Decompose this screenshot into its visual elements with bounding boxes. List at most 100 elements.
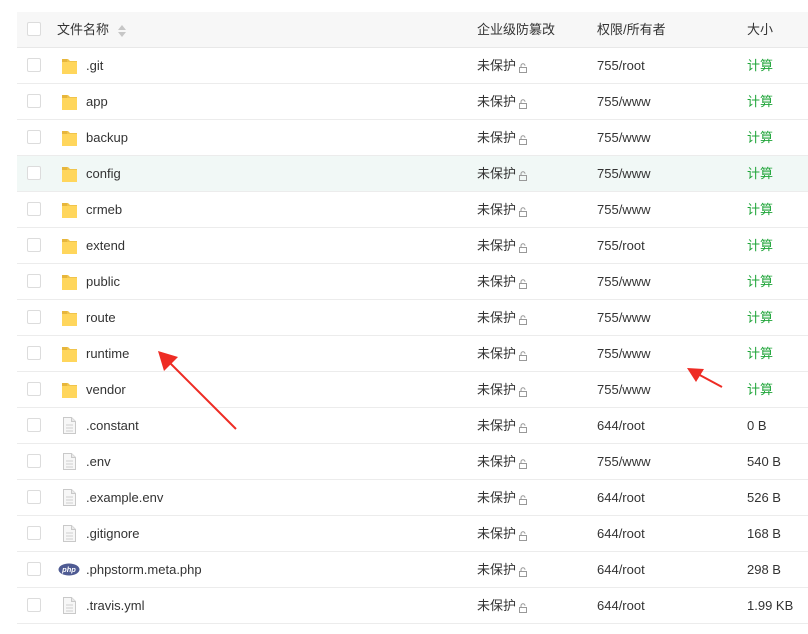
protection-status[interactable]: 未保护 <box>477 48 528 83</box>
table-row[interactable]: route 未保护 755/www 计算 <box>17 300 808 336</box>
file-name-link[interactable]: .gitignore <box>86 516 139 551</box>
protection-status[interactable]: 未保护 <box>477 480 528 515</box>
row-checkbox[interactable] <box>27 346 41 360</box>
permission-owner[interactable]: 755/www <box>597 444 650 479</box>
lock-icon[interactable] <box>518 519 528 541</box>
file-name-link[interactable]: route <box>86 300 116 335</box>
lock-icon[interactable] <box>518 591 528 613</box>
protection-status[interactable]: 未保护 <box>477 84 528 119</box>
file-name-link[interactable]: vendor <box>86 372 126 407</box>
table-row[interactable]: backup 未保护 755/www 计算 <box>17 120 808 156</box>
row-checkbox[interactable] <box>27 598 41 612</box>
table-row[interactable]: .example.env 未保护 644/root 526 B <box>17 480 808 516</box>
calculate-size-button[interactable]: 计算 <box>747 372 773 407</box>
row-checkbox[interactable] <box>27 130 41 144</box>
file-name-link[interactable]: .example.env <box>86 480 163 515</box>
calculate-size-button[interactable]: 计算 <box>747 120 773 155</box>
permission-owner[interactable]: 644/root <box>597 516 645 551</box>
lock-icon[interactable] <box>518 195 528 217</box>
protection-status[interactable]: 未保护 <box>477 192 528 227</box>
calculate-size-button[interactable]: 计算 <box>747 192 773 227</box>
table-row[interactable]: .env 未保护 755/www 540 B <box>17 444 808 480</box>
calculate-size-button[interactable]: 计算 <box>747 336 773 371</box>
lock-icon[interactable] <box>518 483 528 505</box>
protection-status[interactable]: 未保护 <box>477 228 528 263</box>
lock-icon[interactable] <box>518 231 528 253</box>
permission-owner[interactable]: 755/root <box>597 228 645 263</box>
lock-icon[interactable] <box>518 51 528 73</box>
permission-owner[interactable]: 755/www <box>597 156 650 191</box>
protection-status[interactable]: 未保护 <box>477 444 528 479</box>
row-checkbox[interactable] <box>27 310 41 324</box>
file-name-link[interactable]: extend <box>86 228 125 263</box>
protection-status[interactable]: 未保护 <box>477 120 528 155</box>
lock-icon[interactable] <box>518 555 528 577</box>
calculate-size-button[interactable]: 计算 <box>747 48 773 83</box>
permission-owner[interactable]: 755/www <box>597 192 650 227</box>
permission-owner[interactable]: 644/root <box>597 552 645 587</box>
row-checkbox[interactable] <box>27 562 41 576</box>
table-row[interactable]: public 未保护 755/www 计算 <box>17 264 808 300</box>
lock-icon[interactable] <box>518 159 528 181</box>
row-checkbox[interactable] <box>27 490 41 504</box>
row-checkbox[interactable] <box>27 454 41 468</box>
permission-owner[interactable]: 755/www <box>597 84 650 119</box>
file-name-link[interactable]: backup <box>86 120 128 155</box>
table-row[interactable]: vendor 未保护 755/www 计算 <box>17 372 808 408</box>
sort-icon[interactable] <box>117 24 127 37</box>
protection-status[interactable]: 未保护 <box>477 552 528 587</box>
lock-icon[interactable] <box>518 375 528 397</box>
row-checkbox[interactable] <box>27 382 41 396</box>
calculate-size-button[interactable]: 计算 <box>747 84 773 119</box>
table-row[interactable]: .git 未保护 755/root 计算 <box>17 48 808 84</box>
row-checkbox[interactable] <box>27 418 41 432</box>
lock-icon[interactable] <box>518 267 528 289</box>
file-name-link[interactable]: app <box>86 84 108 119</box>
file-name-link[interactable]: public <box>86 264 120 299</box>
protection-status[interactable]: 未保护 <box>477 516 528 551</box>
row-checkbox[interactable] <box>27 274 41 288</box>
protection-status[interactable]: 未保护 <box>477 156 528 191</box>
file-name-link[interactable]: runtime <box>86 336 129 371</box>
calculate-size-button[interactable]: 计算 <box>747 228 773 263</box>
calculate-size-button[interactable]: 计算 <box>747 156 773 191</box>
calculate-size-button[interactable]: 计算 <box>747 300 773 335</box>
row-checkbox[interactable] <box>27 58 41 72</box>
row-checkbox[interactable] <box>27 202 41 216</box>
file-name-link[interactable]: config <box>86 156 121 191</box>
table-row[interactable]: crmeb 未保护 755/www 计算 <box>17 192 808 228</box>
permission-owner[interactable]: 644/root <box>597 408 645 443</box>
protection-status[interactable]: 未保护 <box>477 300 528 335</box>
row-checkbox[interactable] <box>27 526 41 540</box>
table-row[interactable]: .gitignore 未保护 644/root 168 B <box>17 516 808 552</box>
calculate-size-button[interactable]: 计算 <box>747 264 773 299</box>
row-checkbox[interactable] <box>27 94 41 108</box>
table-row[interactable]: config 未保护 755/www 计算 <box>17 156 808 192</box>
lock-icon[interactable] <box>518 339 528 361</box>
protection-status[interactable]: 未保护 <box>477 372 528 407</box>
permission-owner[interactable]: 755/root <box>597 48 645 83</box>
lock-icon[interactable] <box>518 447 528 469</box>
table-row[interactable]: app 未保护 755/www 计算 <box>17 84 808 120</box>
select-all-checkbox[interactable] <box>27 22 41 36</box>
table-row[interactable]: runtime 未保护 755/www 计算 <box>17 336 808 372</box>
table-row[interactable]: extend 未保护 755/root 计算 <box>17 228 808 264</box>
protection-status[interactable]: 未保护 <box>477 588 528 623</box>
table-row[interactable]: .travis.yml 未保护 644/root 1.99 KB <box>17 588 808 624</box>
file-name-link[interactable]: .git <box>86 48 103 83</box>
protection-status[interactable]: 未保护 <box>477 336 528 371</box>
table-row[interactable]: php .phpstorm.meta.php 未保护 644/root 298 B <box>17 552 808 588</box>
permission-owner[interactable]: 755/www <box>597 372 650 407</box>
protection-status[interactable]: 未保护 <box>477 408 528 443</box>
permission-owner[interactable]: 755/www <box>597 300 650 335</box>
permission-owner[interactable]: 755/www <box>597 264 650 299</box>
permission-owner[interactable]: 755/www <box>597 336 650 371</box>
file-name-link[interactable]: crmeb <box>86 192 122 227</box>
lock-icon[interactable] <box>518 123 528 145</box>
lock-icon[interactable] <box>518 303 528 325</box>
permission-owner[interactable]: 644/root <box>597 588 645 623</box>
lock-icon[interactable] <box>518 87 528 109</box>
file-name-link[interactable]: .phpstorm.meta.php <box>86 552 202 587</box>
table-row[interactable]: .constant 未保护 644/root 0 B <box>17 408 808 444</box>
protection-status[interactable]: 未保护 <box>477 264 528 299</box>
